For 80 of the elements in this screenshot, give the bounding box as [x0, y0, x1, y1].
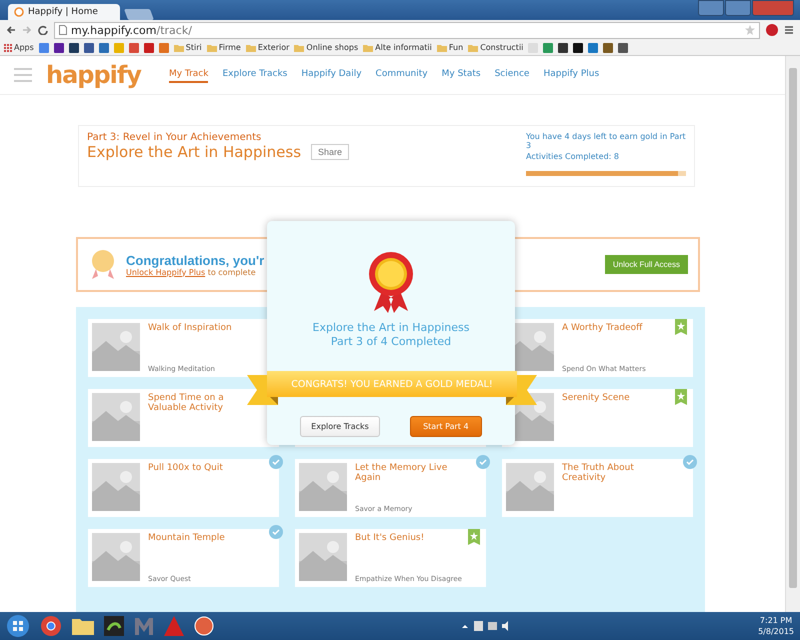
track-title: Explore the Art in Happiness — [87, 143, 302, 161]
bookmark-folder[interactable]: Firme — [206, 43, 241, 52]
folder-icon — [436, 44, 447, 52]
folder-icon — [246, 44, 256, 52]
new-tab-button[interactable] — [124, 9, 154, 20]
star-icon[interactable] — [745, 25, 755, 35]
globe-app-icon[interactable] — [194, 616, 214, 636]
nav-item[interactable]: My Track — [168, 67, 208, 83]
activities-completed: Activities Completed: 8 — [526, 152, 620, 161]
banner-text: Unlock Happify Plus to complete — [126, 268, 256, 276]
nav-item[interactable]: Science — [494, 67, 530, 83]
bookmark-folder[interactable]: Alte informatii — [363, 43, 432, 52]
bookmark-folder[interactable]: Stiri — [174, 43, 202, 52]
bookmark-folder[interactable]: Exterior — [246, 43, 290, 52]
back-icon[interactable] — [6, 25, 16, 35]
award-medal-icon — [368, 251, 414, 313]
share-button[interactable]: Share — [311, 144, 350, 160]
bookmark-folder[interactable]: Constructii — [468, 43, 524, 52]
scrollbar-thumb[interactable] — [789, 68, 797, 588]
address-bar[interactable]: my.happify.com/track/ — [54, 22, 760, 38]
url-path: /track/ — [156, 24, 192, 36]
folder-icon — [294, 44, 304, 52]
nav-item[interactable]: Community — [376, 67, 428, 83]
ribbon-text: CONGRATS! YOU EARNED A GOLD MEDAL! — [267, 371, 517, 397]
browser-app-icon[interactable] — [40, 615, 62, 637]
reload-icon[interactable] — [38, 25, 48, 35]
minimize-button[interactable] — [698, 0, 724, 16]
tab-title: Happify | Home — [28, 7, 98, 17]
extension-icon[interactable] — [766, 24, 778, 36]
start-button[interactable] — [6, 614, 30, 638]
folder-icon — [363, 44, 374, 52]
activity-title: Walk of Inspiration — [148, 323, 232, 333]
start-button[interactable]: Start Part 4 — [410, 416, 482, 437]
nav-item[interactable]: Happify Daily — [301, 67, 362, 83]
bookmark-icon[interactable] — [54, 42, 64, 52]
bookmark-icon[interactable] — [558, 42, 568, 52]
apps-bookmark[interactable]: Apps — [4, 43, 34, 52]
maximize-button[interactable] — [725, 0, 751, 16]
activity-title: Mountain Temple — [148, 533, 225, 543]
clock-time: 7:21 PM — [758, 615, 794, 626]
nav-item[interactable]: My Stats — [442, 67, 481, 83]
activity-title: Let the Memory Live Again — [355, 463, 448, 483]
activity-title: A Worthy Tradeoff — [562, 323, 642, 333]
browser-tab[interactable]: Happify | Home — [8, 4, 120, 20]
site-icon — [14, 7, 24, 17]
logo: happify — [46, 61, 141, 89]
folder-icon — [468, 44, 478, 52]
app-icon[interactable] — [104, 616, 124, 636]
bookmark-icon[interactable] — [84, 42, 94, 52]
explore-button[interactable]: Explore Tracks — [300, 416, 380, 437]
clock-date: 5/8/2015 — [758, 626, 794, 637]
bookmark-icon[interactable] — [618, 42, 628, 52]
menu-icon[interactable] — [784, 25, 794, 35]
dialog-title: Explore the Art in Happiness — [312, 321, 470, 335]
bookmark-icon[interactable] — [68, 42, 79, 52]
track-part: Part 3: Revel in Your Achievements — [87, 132, 262, 143]
dialog-status: Part 3 of 4 Completed — [330, 335, 452, 349]
unlock-button[interactable]: Unlock Full Access — [604, 255, 688, 274]
folder-icon — [174, 44, 184, 52]
banner-title: Congratulations, you'r — [126, 252, 264, 268]
activity-title: Spend Time on a Valuable Activity — [148, 393, 225, 413]
activity-card[interactable]: Serenity Scene — [502, 389, 693, 447]
bookmark-icon[interactable] — [573, 42, 584, 52]
tray-icons — [462, 620, 510, 632]
bookmark-folder[interactable]: Fun — [436, 43, 464, 52]
unlock-link[interactable]: Unlock Happify Plus — [126, 268, 206, 276]
activity-title: Pull 100x to Quit — [148, 463, 223, 473]
folder-icon — [206, 44, 217, 52]
nav-item[interactable]: Explore Tracks — [222, 67, 288, 83]
folder-app-icon[interactable] — [72, 617, 94, 635]
apps-icon — [4, 44, 12, 52]
page-icon — [59, 25, 67, 35]
url-host: my.happify.com — [71, 24, 156, 36]
activity-title: Serenity Scene — [562, 393, 630, 403]
nav-item[interactable]: Happify Plus — [543, 67, 600, 83]
bookmark-folder[interactable]: Online shops — [294, 43, 358, 52]
activity-card[interactable]: Spend Time on a Valuable Activity — [88, 389, 279, 447]
activity-title: The Truth About Creativity — [562, 463, 635, 483]
days-left-note: You have 4 days left to earn gold in Part 3 — [526, 132, 686, 150]
activity-title: But It's Genius! — [355, 533, 424, 543]
